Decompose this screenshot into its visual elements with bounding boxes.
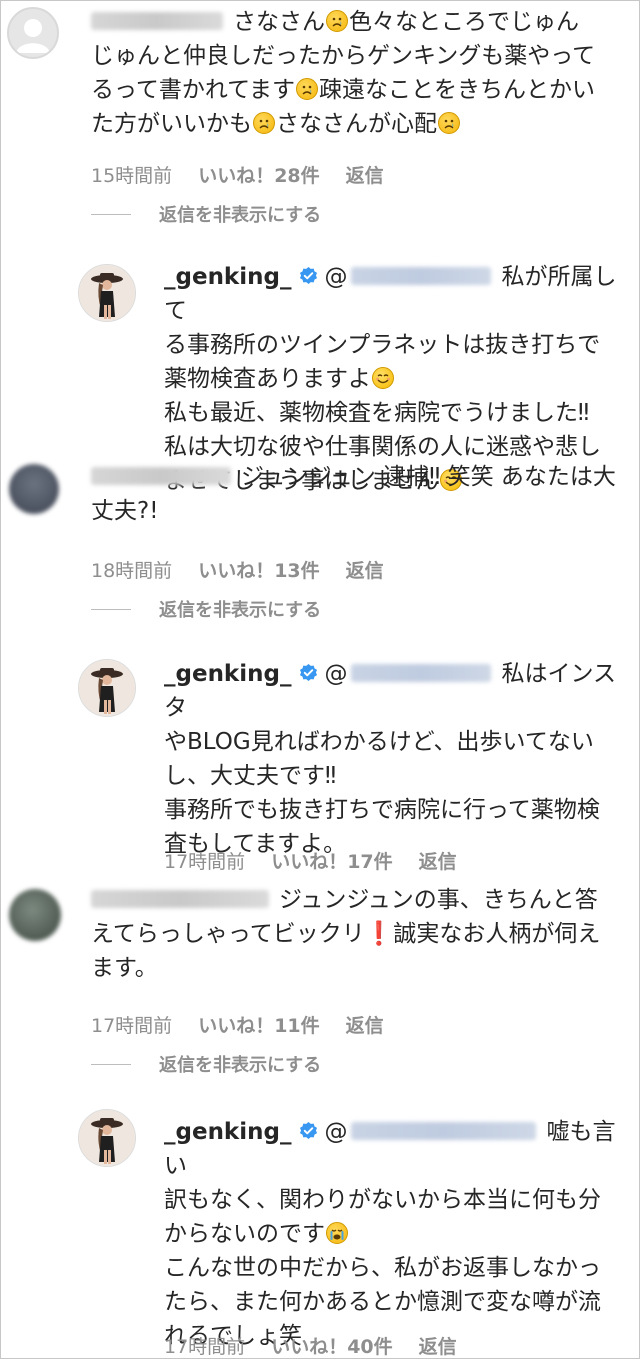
likes-count[interactable]: いいね！40件	[271, 1332, 392, 1358]
comment-text: るって書かれてます	[91, 77, 296, 103]
likes-count[interactable]: いいね！13件	[198, 556, 319, 583]
comment-2: ジュンジュン 逮捕‼ 笑笑 あなたは大 丈夫?! 18時間前 いいね！13件 返…	[1, 456, 639, 646]
reply-button[interactable]: 返信	[346, 1011, 384, 1038]
genking-avatar[interactable]	[78, 659, 136, 717]
reply-body: _genking_ @ 嘘も言い 訳もなく、関わりがないから本当に何も分 からないの…	[164, 1115, 636, 1353]
user-avatar[interactable]	[9, 889, 61, 941]
reply-text: たら、また何かあるとか憶測で変な噂が流	[164, 1289, 601, 1315]
comment-text: ジュンジュン 逮捕‼ 笑笑 あなたは大	[241, 464, 616, 490]
profile-photo-icon	[79, 1110, 135, 1166]
reply-text: からないのです	[164, 1221, 325, 1247]
likes-count[interactable]: いいね！11件	[198, 1011, 319, 1038]
comment-timestamp[interactable]: 18時間前	[91, 556, 172, 583]
reply-3: _genking_ @ 嘘も言い 訳もなく、関わりがないから本当に何も分 からないの…	[1, 1101, 639, 1358]
comment-text: 誠実なお人柄が伺え	[393, 921, 601, 947]
profile-photo-icon	[79, 660, 135, 716]
comment-thread: さなさん 色々なところでじゅん じゅんと仲良しだったからゲンキングも薬やって るっ…	[0, 0, 640, 1359]
reply-button[interactable]: 返信	[346, 161, 384, 188]
hide-replies-toggle[interactable]: 返信を非表示にする	[91, 201, 321, 227]
sad-face-emoji-icon	[296, 77, 319, 100]
hide-replies-label: 返信を非表示にする	[159, 205, 322, 226]
hide-replies-label: 返信を非表示にする	[159, 600, 322, 621]
blurred-mention[interactable]	[351, 266, 492, 285]
default-avatar-icon	[16, 19, 50, 53]
reply-text: やBLOG見ればわかるけど、出歩いてない	[164, 729, 594, 755]
divider-line	[91, 213, 131, 215]
mention-at-sign: @	[324, 264, 348, 290]
reply-text: 事務所でも抜き打ちで病院に行って薬物検	[164, 797, 600, 823]
reply-1: _genking_ @ 私が所属して る事務所のツインプラネットは抜き打ちで 薬物検…	[1, 256, 639, 494]
username-link[interactable]: _genking_	[164, 264, 291, 290]
user-avatar[interactable]	[9, 464, 59, 514]
reply-text: 私も最近、薬物検査を病院でうけました‼	[164, 400, 590, 426]
crying-face-emoji-icon	[326, 1221, 348, 1244]
reply-text: こんな世の中だから、私がお返事しなかっ	[164, 1255, 601, 1281]
sad-face-emoji-icon	[438, 111, 460, 134]
comment-timestamp[interactable]: 15時間前	[91, 161, 172, 188]
user-avatar[interactable]	[7, 7, 59, 59]
reply-meta: 17時間前 いいね！40件 返信	[164, 1332, 457, 1358]
verified-badge-icon	[300, 663, 318, 682]
comment-body: ジュンジュン 逮捕‼ 笑笑 あなたは大 丈夫?!	[91, 460, 636, 528]
verified-badge-icon	[300, 266, 318, 285]
comment-text: ます。	[91, 955, 158, 981]
reply-text: し、大丈夫です‼	[164, 763, 337, 789]
blurred-username[interactable]	[91, 11, 223, 30]
comment-1: さなさん 色々なところでじゅん じゅんと仲良しだったからゲンキングも薬やって るっ…	[1, 1, 639, 251]
reply-text: 訳もなく、関わりがないから本当に何も分	[164, 1187, 601, 1213]
hide-replies-label: 返信を非表示にする	[159, 1055, 322, 1076]
comment-text: じゅんと仲良しだったからゲンキングも薬やって	[91, 43, 596, 69]
reply-2: _genking_ @ 私はインスタ やBLOG見ればわかるけど、出歩いてない し、…	[1, 651, 639, 876]
sad-face-emoji-icon	[253, 111, 275, 134]
verified-badge-icon	[300, 1121, 318, 1140]
divider-line	[91, 608, 131, 610]
genking-avatar[interactable]	[78, 1109, 136, 1167]
reply-timestamp[interactable]: 17時間前	[164, 1332, 245, 1358]
sad-face-emoji-icon	[326, 9, 348, 32]
reply-body: _genking_ @ 私はインスタ やBLOG見ればわかるけど、出歩いてない し、…	[164, 657, 636, 861]
smiling-face-emoji-icon	[372, 366, 394, 389]
comment-timestamp[interactable]: 17時間前	[91, 1011, 172, 1038]
mention-at-sign: @	[324, 1119, 348, 1145]
comment-body: ジュンジュンの事、きちんと答 えてらっしゃってビックリ❗誠実なお人柄が伺え ます…	[91, 883, 636, 985]
genking-avatar[interactable]	[78, 264, 136, 322]
reply-button[interactable]: 返信	[419, 847, 457, 874]
comment-meta: 15時間前 いいね！28件 返信	[91, 161, 384, 188]
comment-body: さなさん 色々なところでじゅん じゅんと仲良しだったからゲンキングも薬やって るっ…	[91, 5, 636, 141]
comment-meta: 17時間前 いいね！11件 返信	[91, 1011, 384, 1038]
blurred-mention[interactable]	[351, 663, 492, 682]
comment-text: えてらっしゃってビックリ	[91, 921, 365, 947]
comment-3: ジュンジュンの事、きちんと答 えてらっしゃってビックリ❗誠実なお人柄が伺え ます…	[1, 881, 639, 1081]
comment-text: さなさん	[233, 9, 325, 35]
blurred-username[interactable]	[91, 889, 269, 908]
comment-text: 丈夫?!	[91, 498, 159, 524]
hide-replies-toggle[interactable]: 返信を非表示にする	[91, 596, 321, 622]
reply-text: る事務所のツインプラネットは抜き打ちで	[164, 332, 601, 358]
red-exclamation-emoji-icon: ❗	[364, 921, 394, 947]
likes-count[interactable]: いいね！28件	[198, 161, 319, 188]
comment-text: ジュンジュンの事、きちんと答	[279, 887, 598, 913]
hide-replies-toggle[interactable]: 返信を非表示にする	[91, 1051, 321, 1077]
comment-text: た方がいいかも	[91, 111, 252, 137]
reply-button[interactable]: 返信	[419, 1332, 457, 1358]
comment-text: さなさんが心配	[276, 111, 437, 137]
divider-line	[91, 1063, 131, 1065]
reply-timestamp[interactable]: 17時間前	[164, 847, 245, 874]
username-link[interactable]: _genking_	[164, 1119, 291, 1145]
reply-text: 薬物検査ありますよ	[164, 366, 371, 392]
blurred-mention[interactable]	[351, 1121, 537, 1140]
username-link[interactable]: _genking_	[164, 661, 291, 687]
comment-text: 疎遠なことをきちんとかい	[319, 77, 596, 103]
reply-meta: 17時間前 いいね！17件 返信	[164, 847, 457, 874]
blurred-username[interactable]	[91, 466, 231, 485]
likes-count[interactable]: いいね！17件	[271, 847, 392, 874]
comment-meta: 18時間前 いいね！13件 返信	[91, 556, 384, 583]
profile-photo-icon	[79, 265, 135, 321]
comment-text: 色々なところでじゅん	[349, 9, 579, 35]
reply-button[interactable]: 返信	[346, 556, 384, 583]
mention-at-sign: @	[324, 661, 348, 687]
